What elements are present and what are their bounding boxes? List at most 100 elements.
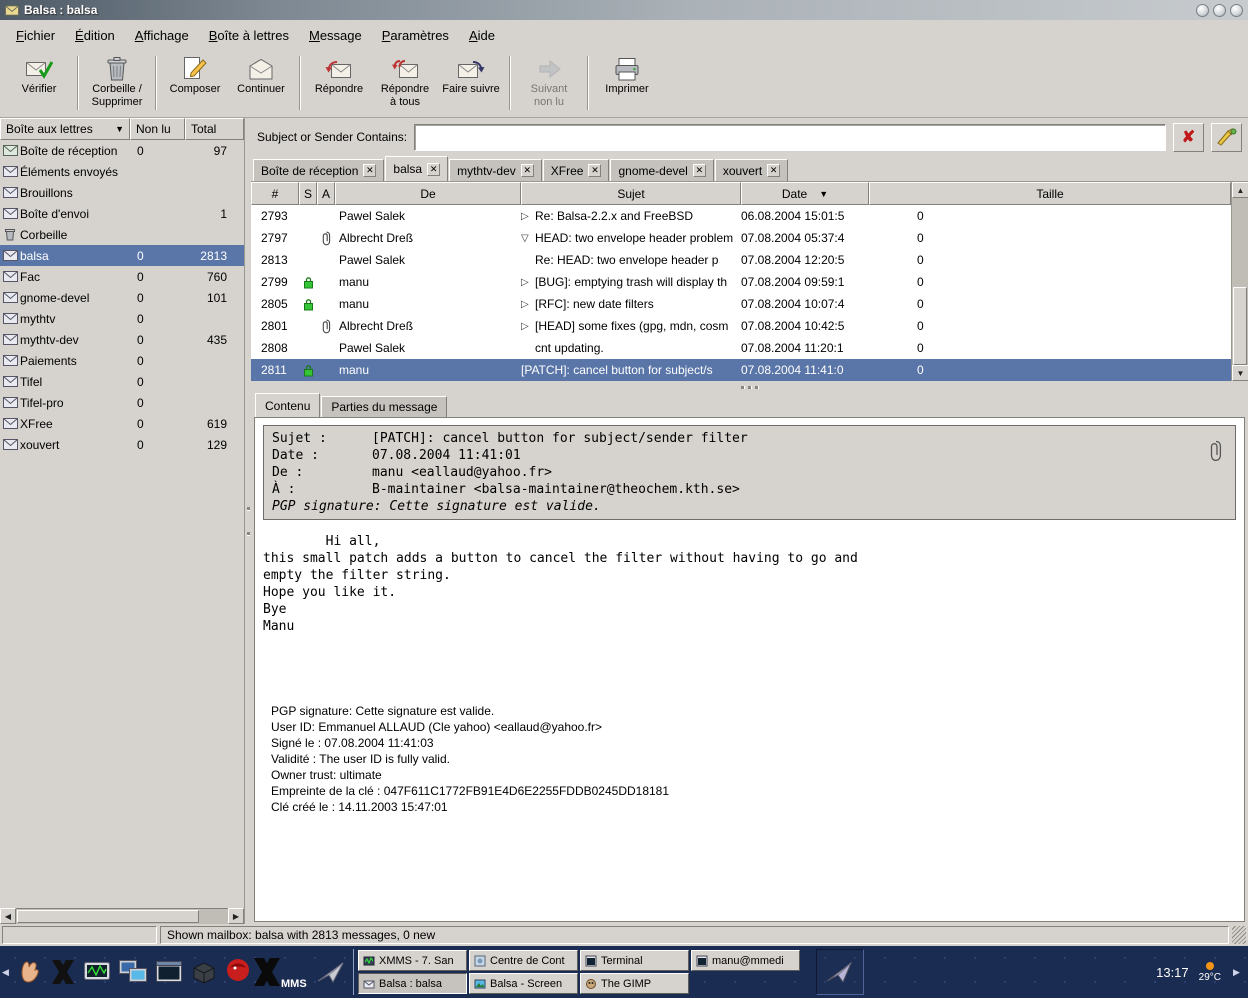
- column-header-date[interactable]: Date▼: [741, 182, 869, 205]
- mailbox-row-gnome-devel[interactable]: gnome-devel0101: [0, 287, 244, 308]
- mailbox-row-paiements[interactable]: Paiements0: [0, 350, 244, 371]
- hscroll-thumb[interactable]: [17, 910, 199, 923]
- scroll-left-icon[interactable]: ◀: [0, 908, 16, 924]
- tab-balsa[interactable]: balsa✕: [385, 156, 448, 181]
- launcher-terminal[interactable]: [151, 948, 187, 996]
- mailbox-row-l-ments-envoy-s[interactable]: Éléments envoyés: [0, 161, 244, 182]
- tab-close-icon[interactable]: ✕: [693, 164, 706, 177]
- toolbar-faire-suivre[interactable]: Faire suivre: [438, 52, 504, 114]
- toolbar-v-rifier[interactable]: Vérifier: [6, 52, 72, 114]
- thread-expander-icon[interactable]: ▷: [521, 211, 535, 222]
- thread-expander-icon[interactable]: ▷: [521, 277, 535, 288]
- message-row-2793[interactable]: 2793Pawel Salek▷Re: Balsa-2.2.x and Free…: [251, 205, 1231, 227]
- mailbox-row-fac[interactable]: Fac0760: [0, 266, 244, 287]
- clock-applet[interactable]: 13:17 29°C ▶: [1156, 962, 1248, 983]
- mailbox-row-mythtv-dev[interactable]: mythtv-dev0435: [0, 329, 244, 350]
- tab-close-icon[interactable]: ✕: [767, 164, 780, 177]
- task-xmms-7-san[interactable]: XMMS - 7. San: [358, 950, 467, 971]
- column-header-taille[interactable]: Taille: [869, 182, 1231, 205]
- launcher-mozilla-xmms[interactable]: MMS: [221, 948, 313, 996]
- mailbox-row-balsa[interactable]: balsa02813: [0, 245, 244, 266]
- message-row-2797[interactable]: 2797Albrecht Dreß▽HEAD: two envelope hea…: [251, 227, 1231, 249]
- scroll-up-icon[interactable]: ▲: [1232, 182, 1248, 198]
- attachment-icon[interactable]: [1209, 440, 1223, 462]
- clear-filter-button[interactable]: ✘: [1173, 123, 1204, 152]
- apply-filter-button[interactable]: [1211, 123, 1242, 152]
- menu-message[interactable]: Message: [299, 23, 372, 48]
- vscroll-track[interactable]: [1232, 198, 1248, 365]
- menu-aide[interactable]: Aide: [459, 23, 505, 48]
- launcher-package-box[interactable]: [187, 948, 221, 996]
- resize-grip-icon[interactable]: [1232, 926, 1246, 944]
- launcher-dual-screens[interactable]: [115, 948, 151, 996]
- task-balsa-screen[interactable]: Balsa - Screen: [469, 973, 578, 994]
- launcher-x11[interactable]: [47, 948, 79, 996]
- task-terminal[interactable]: Terminal: [580, 950, 689, 971]
- message-row-2813[interactable]: 2813Pawel SalekRe: HEAD: two envelope he…: [251, 249, 1231, 271]
- column-header-sujet[interactable]: Sujet: [521, 182, 741, 205]
- task-the-gimp[interactable]: The GIMP: [580, 973, 689, 994]
- tab-close-icon[interactable]: ✕: [521, 164, 534, 177]
- menu-dition[interactable]: Édition: [65, 23, 125, 48]
- message-row-2805[interactable]: 2805manu▷[RFC]: new date filters07.08.20…: [251, 293, 1231, 315]
- task-balsa-balsa[interactable]: Balsa : balsa: [358, 973, 467, 994]
- maximize-button[interactable]: [1213, 4, 1226, 17]
- vscroll-thumb[interactable]: [1233, 287, 1247, 365]
- tab-close-icon[interactable]: ✕: [427, 163, 440, 176]
- panel-scroll-right-icon[interactable]: ▶: [1231, 967, 1242, 978]
- weather-applet[interactable]: 29°C: [1199, 962, 1221, 983]
- mailbox-row-corbeille[interactable]: Corbeille: [0, 224, 244, 245]
- launcher-hand[interactable]: [11, 948, 47, 996]
- scroll-down-icon[interactable]: ▼: [1232, 365, 1248, 381]
- preview-tab-contenu[interactable]: Contenu: [255, 393, 320, 417]
- panel-scroll-left-icon[interactable]: ◀: [0, 967, 11, 978]
- column-header-s[interactable]: S: [299, 182, 317, 205]
- menu-affichage[interactable]: Affichage: [125, 23, 199, 48]
- tab-gnome-devel[interactable]: gnome-devel✕: [610, 159, 713, 181]
- mailbox-row-brouillons[interactable]: Brouillons: [0, 182, 244, 203]
- launcher-xmms-monitor[interactable]: [79, 948, 115, 996]
- tab-mythtv-dev[interactable]: mythtv-dev✕: [449, 159, 542, 181]
- launcher-paper-plane[interactable]: [313, 948, 349, 996]
- scroll-right-icon[interactable]: ▶: [228, 908, 244, 924]
- tab-bo-te-de-r-ception[interactable]: Boîte de réception✕: [253, 159, 384, 181]
- toolbar-corbeille-supprimer[interactable]: Corbeille /Supprimer: [84, 52, 150, 114]
- minimize-button[interactable]: [1196, 4, 1209, 17]
- total-column-header[interactable]: Total: [185, 118, 244, 140]
- preview-tab-parties-du-message[interactable]: Parties du message: [321, 396, 447, 417]
- message-row-2808[interactable]: 2808Pawel Salekcnt updating.07.08.2004 1…: [251, 337, 1231, 359]
- mailbox-row-xouvert[interactable]: xouvert0129: [0, 434, 244, 455]
- toolbar-composer[interactable]: Composer: [162, 52, 228, 114]
- mailbox-column-header[interactable]: Boîte aux lettres▼: [0, 118, 130, 140]
- thread-expander-icon[interactable]: ▽: [521, 233, 535, 244]
- tab-xfree[interactable]: XFree✕: [543, 159, 610, 181]
- menu-bo-te-lettres[interactable]: Boîte à lettres: [199, 23, 299, 48]
- task-centre-de-cont[interactable]: Centre de Cont: [469, 950, 578, 971]
- menu-fichier[interactable]: Fichier: [6, 23, 65, 48]
- filter-input[interactable]: [414, 124, 1166, 151]
- message-vscrollbar[interactable]: ▲ ▼: [1231, 182, 1248, 381]
- mailbox-row-xfree[interactable]: XFree0619: [0, 413, 244, 434]
- toolbar-r-pondre-tous[interactable]: Répondreà tous: [372, 52, 438, 114]
- toolbar-imprimer[interactable]: Imprimer: [594, 52, 660, 114]
- mailbox-row-mythtv[interactable]: mythtv0: [0, 308, 244, 329]
- toolbar-continuer[interactable]: Continuer: [228, 52, 294, 114]
- message-row-2811[interactable]: 2811manu[PATCH]: cancel button for subje…: [251, 359, 1231, 381]
- thread-expander-icon[interactable]: ▷: [521, 299, 535, 310]
- mailbox-hscrollbar[interactable]: ◀ ▶: [0, 908, 244, 924]
- tab-close-icon[interactable]: ✕: [363, 164, 376, 177]
- unread-column-header[interactable]: Non lu: [130, 118, 185, 140]
- mailbox-row-tifel-pro[interactable]: Tifel-pro0: [0, 392, 244, 413]
- menu-param-tres[interactable]: Paramètres: [372, 23, 459, 48]
- tab-close-icon[interactable]: ✕: [588, 164, 601, 177]
- preview-splitter[interactable]: [251, 381, 1248, 393]
- column-header-a[interactable]: A: [317, 182, 335, 205]
- titlebar[interactable]: Balsa : balsa: [0, 0, 1248, 20]
- message-row-2801[interactable]: 2801Albrecht Dreß▷[HEAD] some fixes (gpg…: [251, 315, 1231, 337]
- task-manu-mmedi[interactable]: manu@mmedi: [691, 950, 800, 971]
- mailbox-row-bo-te-de-r-ception[interactable]: Boîte de réception097: [0, 140, 244, 161]
- mailbox-row-bo-te-d-envoi[interactable]: Boîte d'envoi1: [0, 203, 244, 224]
- message-row-2799[interactable]: 2799manu▷[BUG]: emptying trash will disp…: [251, 271, 1231, 293]
- hscroll-track[interactable]: [16, 908, 228, 924]
- column-header-[interactable]: #: [251, 182, 299, 205]
